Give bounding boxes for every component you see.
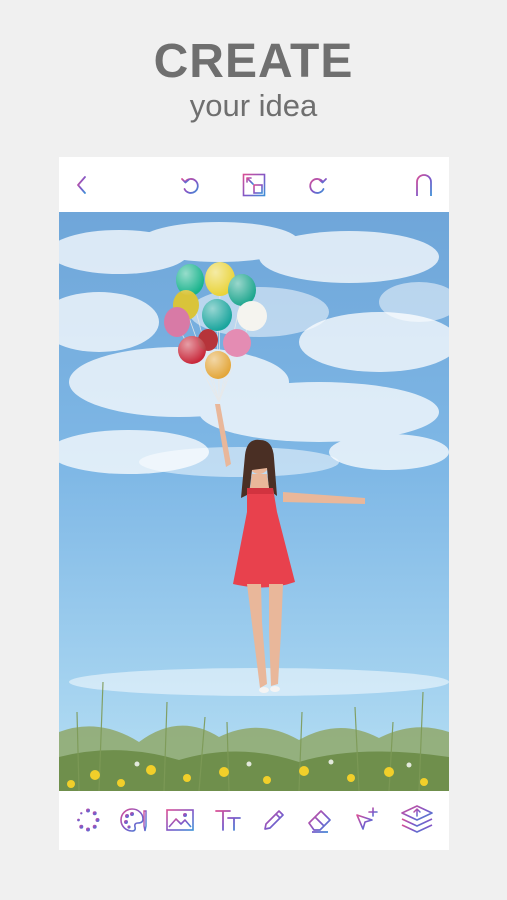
magnet-button[interactable] bbox=[409, 170, 439, 200]
photo-image bbox=[59, 212, 449, 791]
crop-button[interactable] bbox=[239, 170, 269, 200]
crop-resize-icon bbox=[242, 173, 266, 197]
editor-top-bar bbox=[59, 157, 449, 212]
redo-icon bbox=[309, 178, 327, 194]
effects-tool-button[interactable] bbox=[71, 803, 105, 837]
headline-subtitle: your idea bbox=[189, 88, 318, 123]
text-tool-button[interactable] bbox=[211, 803, 245, 837]
redo-button[interactable] bbox=[303, 170, 333, 200]
back-chevron-icon bbox=[77, 176, 86, 194]
image-tool-button[interactable] bbox=[163, 803, 197, 837]
pencil-icon bbox=[264, 810, 284, 830]
editor-toolbar bbox=[59, 791, 449, 850]
headline-title: CREATE bbox=[153, 35, 354, 88]
back-button[interactable] bbox=[67, 170, 97, 200]
move-select-icon bbox=[356, 807, 378, 830]
layers-button[interactable] bbox=[397, 800, 437, 840]
eraser-icon bbox=[308, 810, 331, 833]
select-tool-button[interactable] bbox=[349, 803, 383, 837]
undo-button[interactable] bbox=[175, 170, 205, 200]
eraser-tool-button[interactable] bbox=[303, 803, 337, 837]
effects-dots-icon bbox=[77, 808, 100, 832]
palette-brush-icon bbox=[120, 808, 147, 832]
promo-headline: CREATE your idea bbox=[0, 34, 507, 124]
magnet-icon bbox=[415, 174, 433, 196]
image-icon bbox=[166, 809, 194, 831]
paint-tool-button[interactable] bbox=[117, 803, 151, 837]
draw-tool-button[interactable] bbox=[257, 803, 291, 837]
layers-icon bbox=[401, 805, 433, 833]
editor-frame bbox=[59, 157, 449, 850]
text-icon bbox=[215, 810, 241, 831]
undo-icon bbox=[181, 178, 199, 194]
photo-canvas[interactable] bbox=[59, 212, 449, 791]
